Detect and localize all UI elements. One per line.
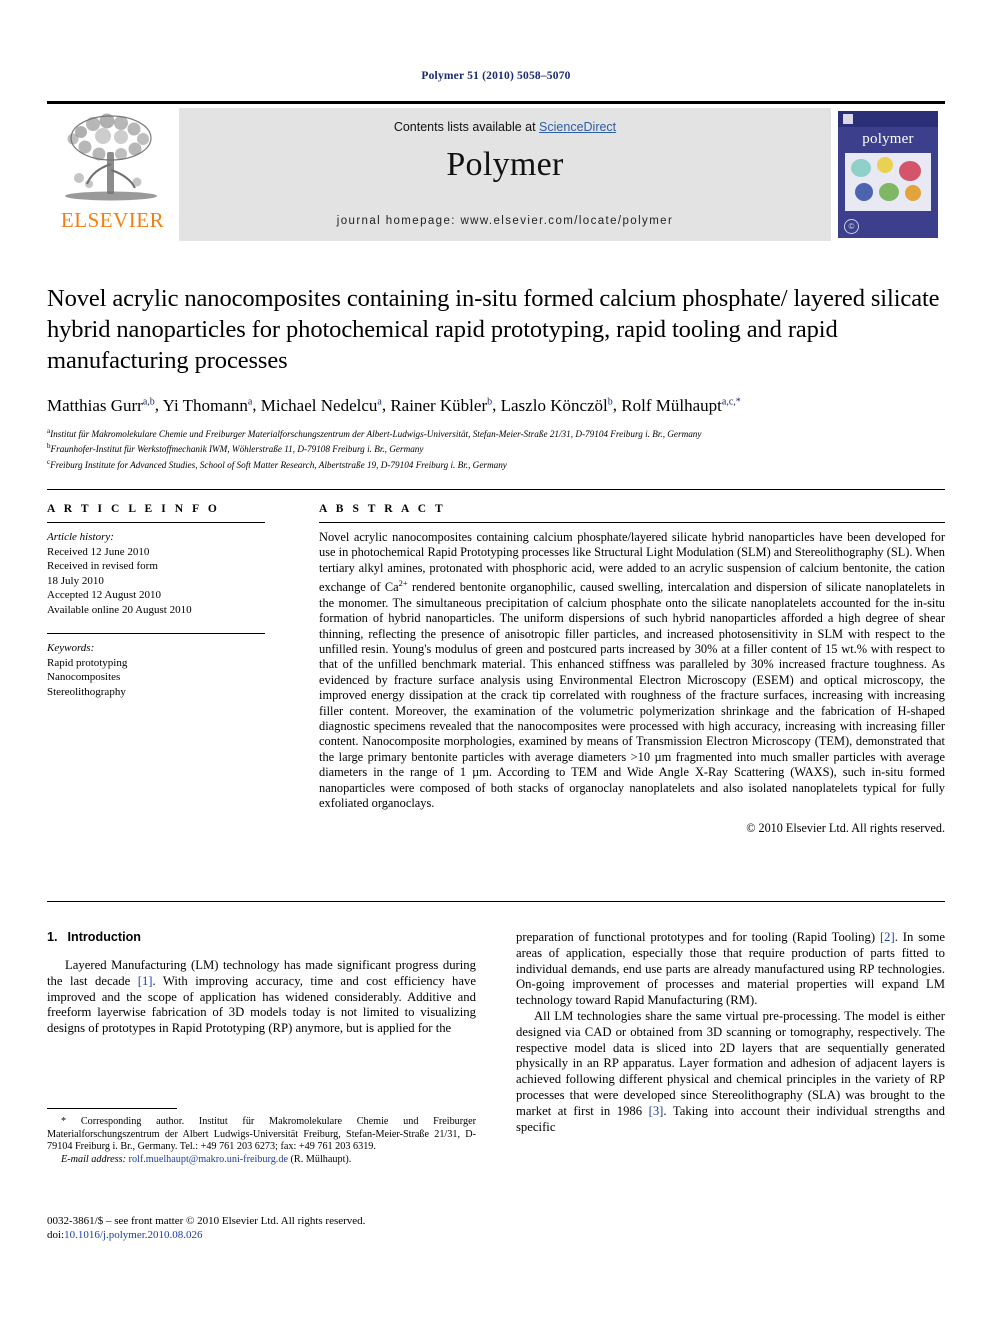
title-block: Novel acrylic nanocomposites containing … [47,283,945,471]
history-line: 18 July 2010 [47,574,104,587]
body-column-left: 1. Introduction Layered Manufacturing (LM… [47,930,476,1135]
paragraph-text: All LM technologies share the same virtu… [516,1008,945,1118]
body-columns: 1. Introduction Layered Manufacturing (LM… [47,930,945,1135]
email-owner: (R. Mülhaupt). [290,1153,352,1165]
abstract-heading: A B S T R A C T [319,503,446,515]
email-note: E-mail address: rolf.muelhaupt@makro.uni… [47,1154,476,1167]
keyword: Nanocomposites [47,671,121,683]
keywords-label: Keywords: [47,642,95,654]
affiliation: bFraunhofer-Institut für Werkstoffmechan… [47,442,424,455]
footnote-divider [47,1108,177,1109]
paragraph: preparation of functional prototypes and… [516,930,945,1009]
journal-title: Polymer [446,146,564,183]
citation-ref-2[interactable]: [2] [880,930,895,944]
keyword: Rapid prototyping [47,656,128,669]
article-info-column: A R T I C L E I N F O Article history: R… [47,503,283,836]
journal-cover: polymer © [831,108,945,241]
author: Yi Thomanna [162,395,253,415]
elsevier-logo: ELSEVIER [47,108,178,241]
paragraph: Layered Manufacturing (LM) technology ha… [47,958,476,1037]
masthead-center: Contents lists available at ScienceDirec… [178,108,831,241]
running-head: Polymer 51 (2010) 5058–5070 [421,70,571,82]
section-title: Introduction [67,930,141,944]
contents-available-line: Contents lists available at ScienceDirec… [179,120,831,134]
abstract-part-2: rendered bentonite organophilic, caused … [319,580,945,811]
author-affil-marker: a,c,* [721,396,741,407]
journal-masthead: ELSEVIER Contents lists available at Sci… [47,101,945,241]
doi-link[interactable]: 10.1016/j.polymer.2010.08.026 [64,1229,202,1241]
footnotes: * Corresponding author. Institut für Mak… [47,1108,476,1166]
divider [47,522,265,523]
history-line: Received in revised form [47,560,158,572]
cover-badge: © [844,219,859,234]
author: Matthias Gurra,b [47,395,155,415]
paragraph-text: preparation of functional prototypes and… [516,930,880,944]
affiliation-list: aInstitut für Makromolekulare Chemie und… [47,425,945,472]
article-info-heading: A R T I C L E I N F O [47,503,220,515]
cover-artwork [845,153,931,211]
author-affil-marker: a,b [142,396,155,407]
citation-ref-3[interactable]: [3] [649,1104,664,1118]
issn-line: 0032-3861/$ – see front matter © 2010 El… [47,1215,366,1227]
email-label: E-mail address: [61,1153,126,1165]
email-address[interactable]: rolf.muelhaupt@makro.uni-freiburg.de [129,1154,288,1165]
author: Laszlo Könczölb [500,395,613,415]
corresponding-author-note: * Corresponding author. Institut für Mak… [47,1116,476,1153]
doi-line: doi:10.1016/j.polymer.2010.08.026 [47,1228,507,1242]
abstract-body: Novel acrylic nanocomposites containing … [319,530,945,811]
paragraph: All LM technologies share the same virtu… [516,1009,945,1135]
contents-prefix: Contents lists available at [393,120,540,134]
body-column-right: preparation of functional prototypes and… [516,930,945,1135]
copyright-line: © 2010 Elsevier Ltd. All rights reserved… [746,821,945,836]
history-line: Available online 20 August 2010 [47,603,192,616]
section-heading-introduction: 1. Introduction [47,930,476,944]
affiliation: aInstitut für Makromolekulare Chemie und… [47,426,702,439]
abstract-column: A B S T R A C T Novel acrylic nanocompos… [283,503,945,836]
cover-journal-name: polymer [862,131,914,147]
info-abstract-band: A R T I C L E I N F O Article history: R… [47,489,945,836]
sciencedirect-link[interactable]: ScienceDirect [539,120,616,134]
page-title: Novel acrylic nanocomposites containing … [47,285,940,374]
history-line: Accepted 12 August 2010 [47,589,161,601]
citation-ref-1[interactable]: [1] [138,974,153,988]
footer-issn-block: 0032-3861/$ – see front matter © 2010 El… [47,1214,507,1242]
abstract-superscript: 2+ [398,578,408,589]
keyword: Stereolithography [47,685,126,698]
divider [319,522,945,523]
history-line: Received 12 June 2010 [47,545,150,558]
body-divider [47,901,945,902]
doi-label: doi: [47,1229,65,1241]
journal-homepage[interactable]: journal homepage: www.elsevier.com/locat… [179,215,831,227]
author-list: Matthias Gurra,b, Yi Thomanna, Michael N… [47,395,741,415]
section-number: 1. [47,930,58,944]
paper-page: Polymer 51 (2010) 5058–5070 ELSEVIER Con… [0,0,992,1323]
elsevier-wordmark: ELSEVIER [60,208,165,232]
elsevier-tree-icon [65,113,157,201]
divider [47,633,265,634]
author: Rainer Küblerb [390,395,493,415]
affiliation: cFreiburg Institute for Advanced Studies… [47,457,507,470]
author: Michael Nedelcua [260,395,382,415]
author: Rolf Mülhaupta,c,* [621,395,741,415]
article-history-label: Article history: [47,531,114,543]
